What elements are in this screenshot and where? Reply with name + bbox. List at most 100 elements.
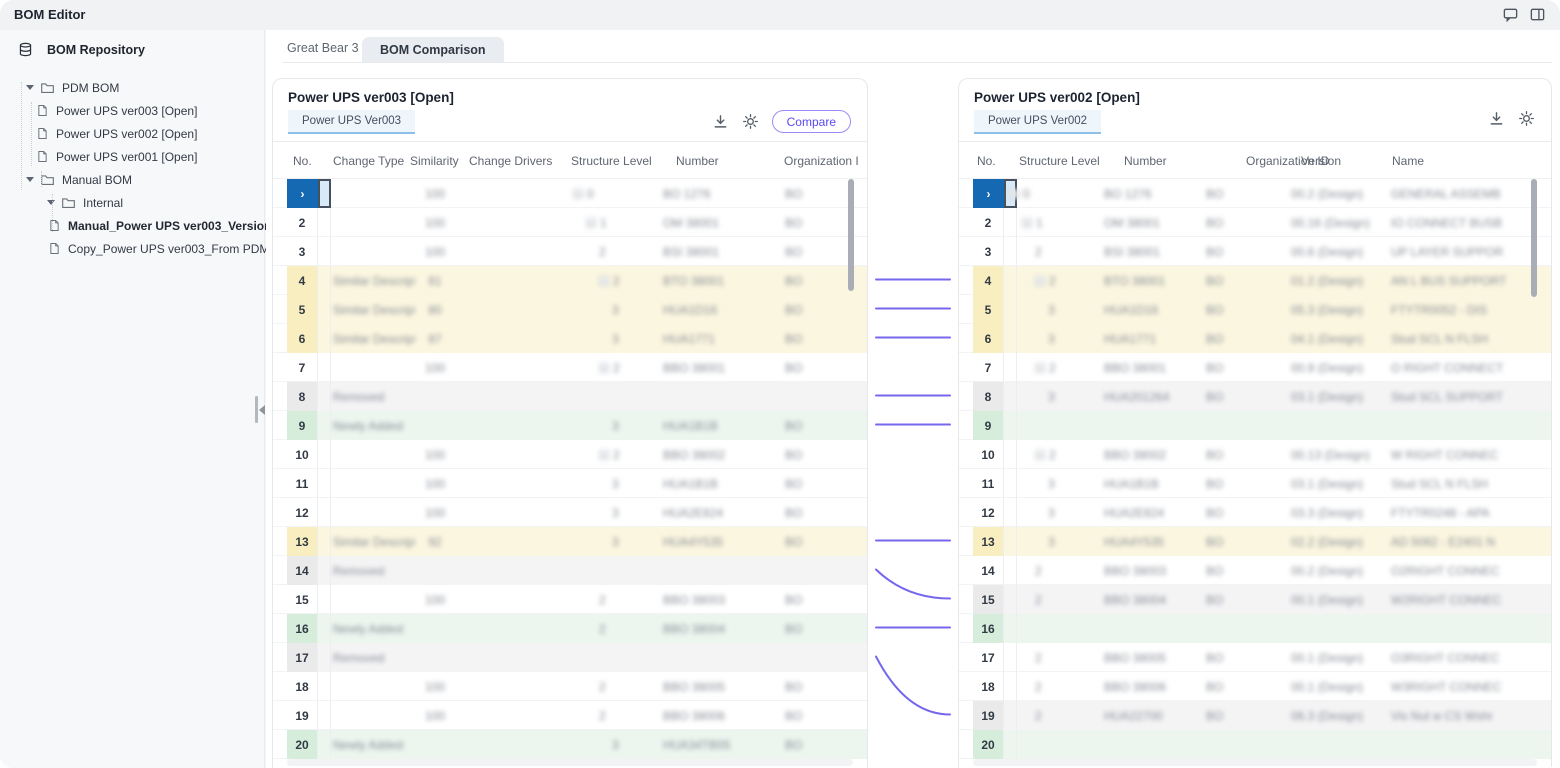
structure-level-cell: 2 xyxy=(599,614,659,643)
table-cell: AN L BUS SUPPORT xyxy=(1391,266,1524,295)
table-row[interactable]: 32BSI 38001BO00.6 (Design)UP LAYER SUPPO… xyxy=(959,237,1551,266)
table-cell: OM 38001 xyxy=(663,208,778,237)
table-row[interactable]: 181002BBO 38005BO xyxy=(273,672,867,701)
table-row[interactable]: 1›1000BO 1276BO xyxy=(273,179,867,208)
table-row[interactable]: 182BBO 38006BO00.1 (Design)W3RIGHT CONNE… xyxy=(959,672,1551,701)
panel-icon[interactable] xyxy=(1529,6,1546,23)
row-number-cell: 7 xyxy=(287,353,318,382)
table-row[interactable]: 31002BSI 38001BO xyxy=(273,237,867,266)
download-icon[interactable] xyxy=(712,113,729,130)
table-row[interactable]: 21OM 38001BO00.16 (Design)IO CONNECT BUS… xyxy=(959,208,1551,237)
download-icon[interactable] xyxy=(1488,110,1505,127)
row-expander-button[interactable]: › xyxy=(287,179,318,208)
caret-down-icon[interactable] xyxy=(26,85,34,90)
comment-icon[interactable] xyxy=(1502,6,1519,23)
collapse-box-icon[interactable] xyxy=(1035,363,1045,373)
table-row[interactable]: 113HUA1B1BBO03.1 (Design)Stud SCL N FLSH xyxy=(959,469,1551,498)
table-row[interactable]: 191002BBO 38006BO xyxy=(273,701,867,730)
sidebar-item-copy-power-ups-ver003-from-pdm-open[interactable]: Copy_Power UPS ver003_From PDM [Open] xyxy=(0,237,264,260)
settings-icon[interactable] xyxy=(742,113,759,130)
left-panel-subtab[interactable]: Power UPS Ver003 xyxy=(288,110,415,134)
sidebar-item-manual-power-ups-ver003-version-1-open[interactable]: Manual_Power UPS ver003_Version 1 [Open] xyxy=(0,214,264,237)
caret-down-icon[interactable] xyxy=(47,200,55,205)
table-row[interactable]: 20Newly Added3HUA34TB05BO xyxy=(273,730,867,759)
collapse-box-icon[interactable] xyxy=(586,218,596,228)
collapse-box-icon[interactable] xyxy=(599,363,609,373)
table-cell: HUA22700 xyxy=(1104,701,1199,730)
table-row[interactable]: 20 xyxy=(959,730,1551,759)
row-number-cell: 11 xyxy=(287,469,318,498)
table-row[interactable]: 16 xyxy=(959,614,1551,643)
table-row[interactable]: 53HUA1D16BO05.3 (Design)FTYTR0052 - DIS xyxy=(959,295,1551,324)
caret-down-icon[interactable] xyxy=(26,177,34,182)
table-row[interactable]: 111003HUA1B1BBO xyxy=(273,469,867,498)
sidebar-item-power-ups-ver003-open[interactable]: Power UPS ver003 [Open] xyxy=(0,99,264,122)
table-cell: HUA34TB05 xyxy=(663,730,778,759)
right-table-hscrollbar[interactable] xyxy=(973,759,1537,766)
collapse-box-icon[interactable] xyxy=(599,276,609,286)
table-row[interactable]: 21001OM 38001BO xyxy=(273,208,867,237)
table-row[interactable]: 192HUA22700BO06.3 (Design)Vis Nut w CS W… xyxy=(959,701,1551,730)
row-number-cell: 2 xyxy=(287,208,318,237)
row-expander-button[interactable]: › xyxy=(973,179,1004,208)
left-table-hscrollbar[interactable] xyxy=(287,759,853,766)
sidebar-item-power-ups-ver002-open[interactable]: Power UPS ver002 [Open] xyxy=(0,122,264,145)
table-row[interactable]: 101002BBO 38002BO xyxy=(273,440,867,469)
table-row[interactable]: 9Newly Added3HUA1B1BBO xyxy=(273,411,867,440)
table-row[interactable]: 6Similar Descriptio873HUA1771BO xyxy=(273,324,867,353)
left-table-scrollbar[interactable] xyxy=(848,179,854,291)
table-row[interactable]: 71002BBO 38001BO xyxy=(273,353,867,382)
table-row[interactable]: 16Newly Added2BBO 38004BO xyxy=(273,614,867,643)
table-cell: BTO 38001 xyxy=(663,266,778,295)
collapse-box-icon[interactable] xyxy=(1035,450,1045,460)
table-cell: BO xyxy=(1206,353,1261,382)
table-row[interactable]: 133HUA4Y535BO02.2 (Design)AD 5082 - E240… xyxy=(959,527,1551,556)
table-cell: 100 xyxy=(411,701,459,730)
collapse-box-icon[interactable] xyxy=(1035,276,1045,286)
table-row[interactable]: 13Similar Descriptio923HUA4Y535BO xyxy=(273,527,867,556)
table-row[interactable]: 172BBO 38005BO00.1 (Design)O3RIGHT CONNE… xyxy=(959,643,1551,672)
settings-icon[interactable] xyxy=(1518,110,1535,127)
collapse-box-icon[interactable] xyxy=(1009,189,1019,199)
sidebar-item-bom-repository[interactable]: BOM Repository xyxy=(18,42,145,57)
row-handle-cell xyxy=(318,643,331,672)
table-row[interactable]: 63HUA1771BO04.1 (Design)Stud SCL N FLSH xyxy=(959,324,1551,353)
sidebar-item-internal[interactable]: Internal xyxy=(0,191,264,214)
table-row[interactable]: 17Removed xyxy=(273,643,867,672)
collapse-box-icon[interactable] xyxy=(573,189,583,199)
table-cell: HUA1D16 xyxy=(1104,295,1199,324)
row-number-cell: 19 xyxy=(973,701,1004,730)
row-number-cell: 18 xyxy=(287,672,318,701)
collapse-box-icon[interactable] xyxy=(599,450,609,460)
table-row[interactable]: 102BBO 38002BO00.13 (Design)W RIGHT CONN… xyxy=(959,440,1551,469)
table-row[interactable]: 151002BBO 38003BO xyxy=(273,585,867,614)
table-row[interactable]: 72BBO 38001BO00.9 (Design)O RIGHT CONNEC… xyxy=(959,353,1551,382)
table-row[interactable]: 123HUA2E824BO03.3 (Design)FTYTR0248 - AP… xyxy=(959,498,1551,527)
table-row[interactable]: 42BTO 38001BO01.2 (Design)AN L BUS SUPPO… xyxy=(959,266,1551,295)
sidebar-collapse-handle[interactable] xyxy=(255,396,265,423)
table-row[interactable]: 4Similar Descriptio812BTO 38001BO xyxy=(273,266,867,295)
column-header-no: No. xyxy=(293,154,312,168)
compare-button[interactable]: Compare xyxy=(772,110,851,133)
table-row[interactable]: 9 xyxy=(959,411,1551,440)
table-row[interactable]: 121003HUA2E824BO xyxy=(273,498,867,527)
table-row[interactable]: 142BBO 38003BO00.2 (Design)O2RIGHT CONNE… xyxy=(959,556,1551,585)
table-row[interactable]: 14Removed xyxy=(273,556,867,585)
table-row[interactable]: 152BBO 38004BO00.1 (Design)W2RIGHT CONNE… xyxy=(959,585,1551,614)
table-row[interactable]: 5Similar Descriptio803HUA1D16BO xyxy=(273,295,867,324)
sidebar-item-manual-bom[interactable]: Manual BOM xyxy=(0,168,264,191)
table-cell: BBO 38005 xyxy=(1104,643,1199,672)
tab-great-bear-3[interactable]: Great Bear 3 xyxy=(287,41,359,55)
sidebar-item-power-ups-ver001-open[interactable]: Power UPS ver001 [Open] xyxy=(0,145,264,168)
tab-bom-comparison[interactable]: BOM Comparison xyxy=(362,37,504,63)
table-row[interactable]: 8Removed xyxy=(273,382,867,411)
right-panel-subtab[interactable]: Power UPS Ver002 xyxy=(974,110,1101,134)
table-row[interactable]: 83HUA201264BO03.1 (Design)Stud SCL SUPPO… xyxy=(959,382,1551,411)
selected-cell[interactable] xyxy=(318,179,331,208)
row-handle-cell xyxy=(318,556,331,585)
right-table-scrollbar[interactable] xyxy=(1531,179,1537,297)
sidebar-item-pdm-bom[interactable]: PDM BOM xyxy=(0,76,264,99)
collapse-box-icon[interactable] xyxy=(1022,218,1032,228)
table-cell: BO xyxy=(1206,179,1261,208)
table-row[interactable]: 1›0BO 1276BO00.2 (Design)GENERAL ASSEMB xyxy=(959,179,1551,208)
